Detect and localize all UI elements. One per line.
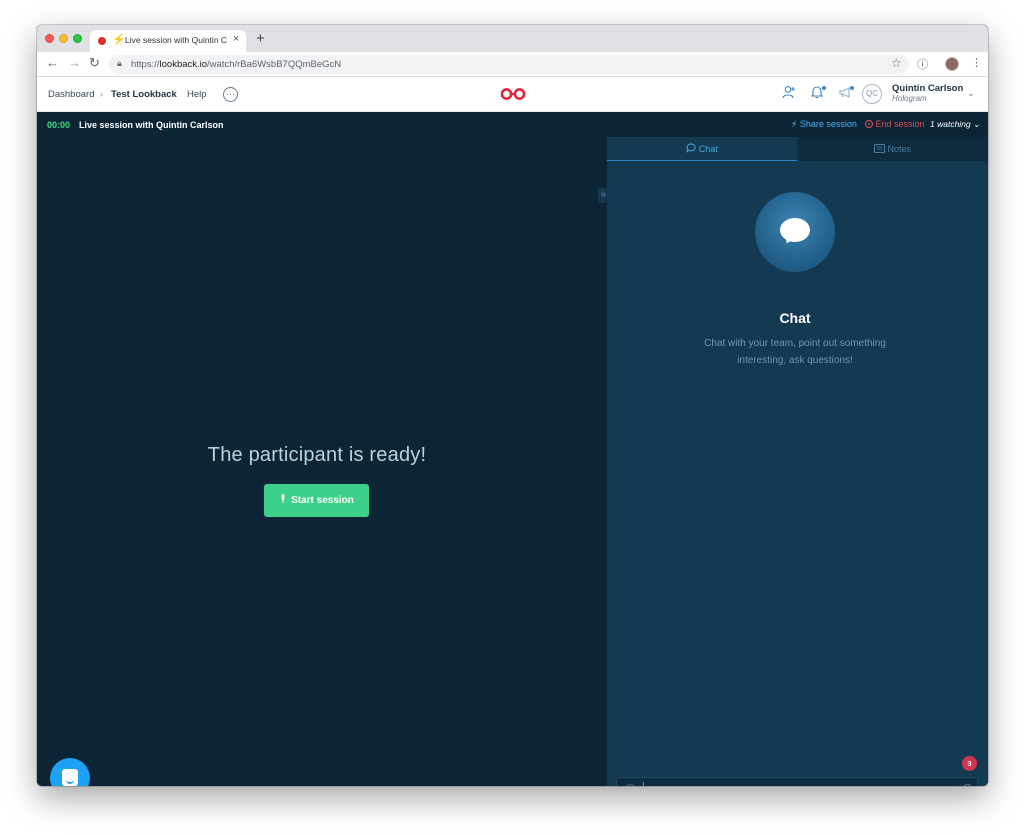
- close-window-button[interactable]: [45, 34, 54, 43]
- share-session-button[interactable]: ⚡︎ Share session: [791, 119, 857, 130]
- tab-chat[interactable]: Chat: [607, 137, 797, 161]
- start-session-label: Start session: [291, 495, 354, 506]
- share-session-label: Share session: [799, 119, 857, 129]
- chat-input[interactable]: [643, 782, 953, 786]
- side-panel-tabs: Chat Notes: [607, 137, 988, 161]
- unread-badge: 3: [962, 756, 977, 771]
- side-panel: Chat Notes Chat Chat with your team, poi…: [607, 137, 988, 786]
- tab-chat-label: Chat: [698, 144, 718, 154]
- back-icon[interactable]: ←: [46, 55, 59, 70]
- user-menu-chevron-icon[interactable]: ⌄: [967, 88, 975, 99]
- record-stop-icon: [865, 120, 873, 128]
- notes-icon: [873, 144, 888, 154]
- watching-count[interactable]: 1 watching ⌄: [930, 119, 980, 130]
- chevron-down-icon: ⌄: [973, 119, 981, 129]
- app-header: Dashboard › Test Lookback Help ··· QC Qu…: [37, 77, 988, 112]
- start-session-button[interactable]: Start session: [264, 484, 369, 517]
- user-name[interactable]: Quintin Carlson: [892, 83, 963, 94]
- chat-bubble-icon: [625, 784, 636, 786]
- tab-close-icon[interactable]: ×: [233, 33, 239, 45]
- recording-icon: [98, 37, 106, 45]
- maximize-window-button[interactable]: [73, 34, 82, 43]
- tab-title: Live session with Quintin C: [125, 35, 228, 45]
- chat-description: Chat with your team, point out something…: [704, 338, 886, 366]
- session-timer: 00:00: [47, 120, 71, 130]
- lightning-icon: ⚡︎: [791, 119, 798, 129]
- bookmark-star-icon[interactable]: ☆: [891, 56, 902, 70]
- watching-label: 1 watching: [930, 119, 971, 129]
- announcement-dot: [850, 86, 854, 90]
- tab-notes-label: Notes: [887, 144, 912, 154]
- chat-composer: ?: [616, 777, 978, 786]
- browser-tab-strip: ⚡ Live session with Quintin C × +: [37, 25, 988, 52]
- breadcrumb-project[interactable]: Test Lookback: [111, 89, 177, 100]
- chat-heading: Chat: [779, 310, 811, 326]
- new-tab-button[interactable]: +: [256, 30, 265, 47]
- chat-illustration: [755, 192, 835, 272]
- browser-profile-avatar[interactable]: [945, 57, 959, 71]
- url-field[interactable]: 🔒︎ https://lookback.io/watch/rBa6WsbB7QQ…: [109, 55, 909, 74]
- breadcrumb-separator: ›: [100, 89, 104, 100]
- url-text: https://lookback.io/watch/rBa6WsbB7QQmBe…: [131, 59, 342, 70]
- end-session-button[interactable]: End session: [865, 119, 925, 129]
- session-title: Live session with Quintin Carlson: [79, 120, 224, 130]
- forward-icon[interactable]: →: [68, 55, 81, 70]
- participant-ready-message: The participant is ready!: [207, 444, 427, 466]
- user-organization: Hologram: [892, 94, 927, 103]
- help-link[interactable]: Help: [187, 89, 207, 100]
- lookback-logo[interactable]: [499, 87, 527, 101]
- lock-icon: 🔒︎: [117, 58, 122, 68]
- minimize-window-button[interactable]: [59, 34, 68, 43]
- breadcrumb-dashboard[interactable]: Dashboard: [48, 89, 94, 100]
- notification-dot: [822, 86, 826, 90]
- reload-icon[interactable]: ↻: [89, 55, 100, 71]
- browser-tab[interactable]: ⚡ Live session with Quintin C ×: [90, 30, 246, 52]
- address-bar: ← → ↻ 🔒︎ https://lookback.io/watch/rBa6W…: [37, 52, 988, 77]
- tab-notes[interactable]: Notes: [797, 137, 988, 161]
- session-bar: 00:00 Live session with Quintin Carlson …: [37, 112, 988, 137]
- user-avatar[interactable]: QC: [862, 84, 882, 104]
- microphone-icon: [279, 484, 287, 517]
- support-chat-launcher[interactable]: [50, 758, 90, 786]
- more-options-button[interactable]: ···: [223, 87, 238, 102]
- add-user-icon[interactable]: [782, 85, 796, 102]
- end-session-label: End session: [875, 119, 925, 129]
- main-area: The participant is ready! Start session …: [37, 137, 609, 786]
- help-icon[interactable]: ?: [962, 784, 973, 786]
- extension-icon[interactable]: ⓘ: [917, 56, 928, 72]
- lightning-icon: ⚡: [112, 34, 126, 46]
- chat-icon: [686, 143, 699, 154]
- browser-menu-icon[interactable]: ⋮: [971, 56, 982, 69]
- support-chat-icon: [62, 769, 78, 786]
- browser-window: ⚡ Live session with Quintin C × + ← → ↻ …: [37, 25, 988, 786]
